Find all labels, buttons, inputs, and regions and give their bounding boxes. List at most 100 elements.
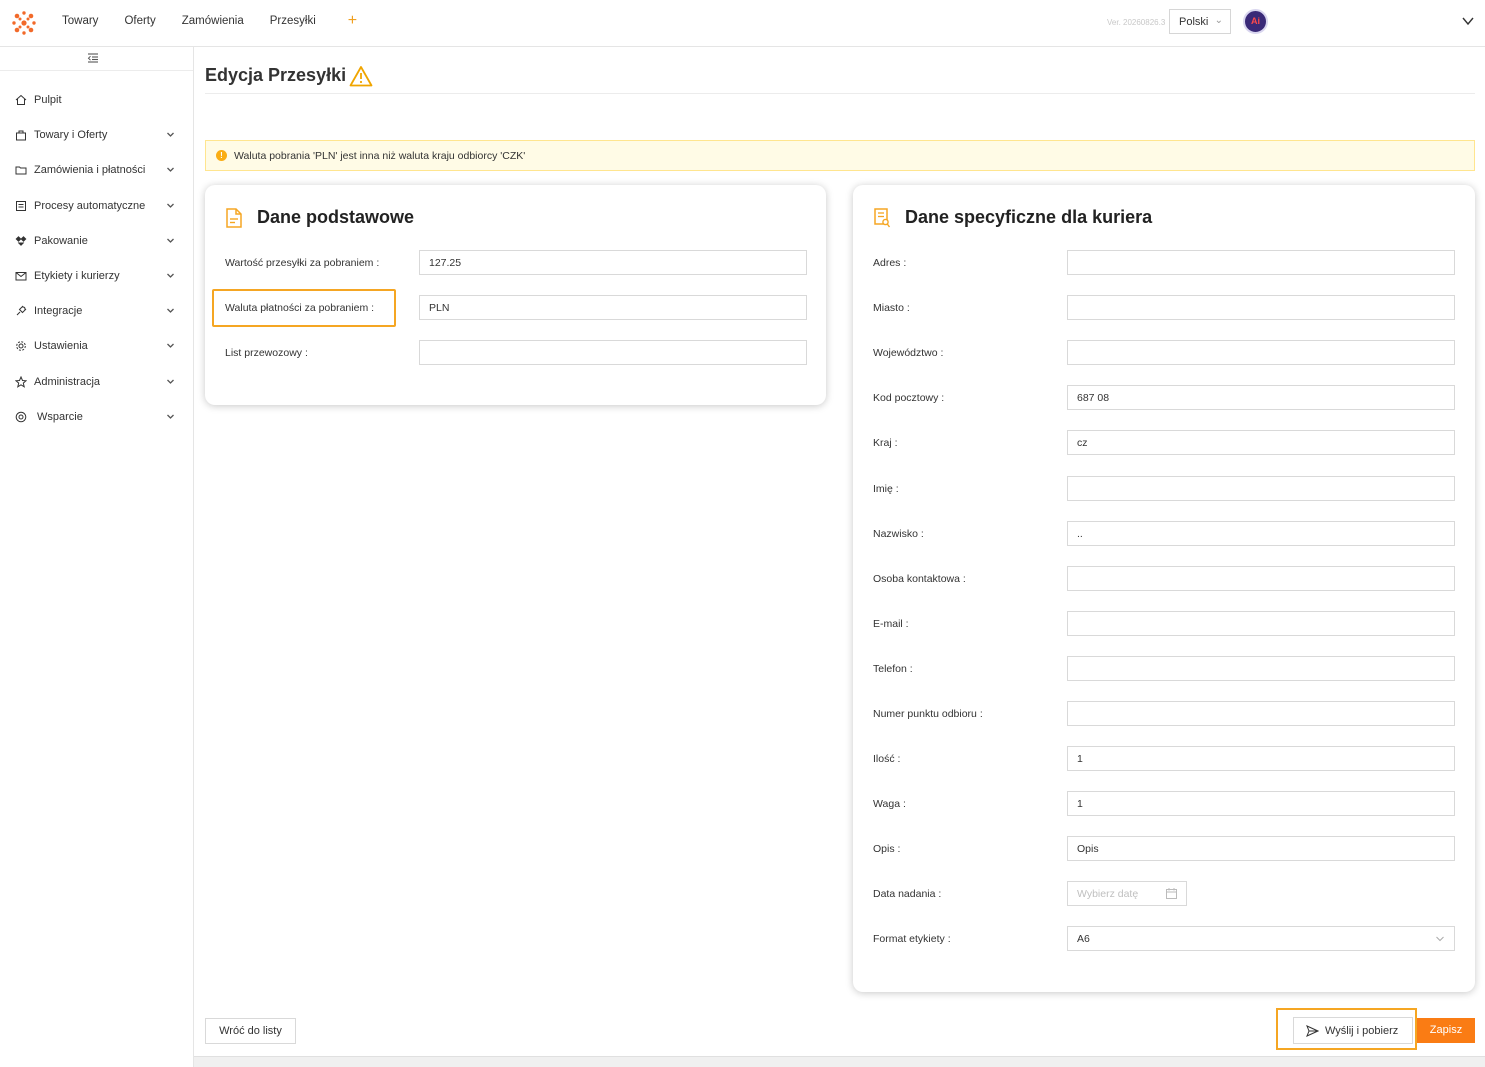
numer-punktu-odbioru-input[interactable]	[1067, 701, 1455, 726]
sidebar-item-label: Procesy automatyczne	[34, 199, 146, 212]
kraj-input[interactable]: cz	[1067, 430, 1455, 456]
field-label-cod-value: Wartość przesyłki za pobraniem :	[225, 257, 380, 269]
sidebar-item-label: Pakowanie	[34, 234, 88, 247]
menu-collapse-icon[interactable]	[87, 53, 99, 63]
sidebar-item-procesy-automatyczne[interactable]: Procesy automatyczne	[0, 191, 193, 226]
field-label-imie: Imię :	[873, 482, 899, 495]
ship-date-picker[interactable]: Wybierz datę	[1067, 881, 1187, 906]
field-label-wojewodztwo: Województwo :	[873, 347, 944, 360]
sidebar-item-administracja[interactable]: Administracja	[0, 367, 193, 402]
home-icon	[15, 94, 27, 105]
sidebar-item-pulpit[interactable]: Pulpit	[0, 85, 193, 120]
form-icon	[874, 207, 891, 227]
document-icon	[226, 207, 242, 228]
top-bar: Towary Oferty Zamówienia Przesyłki + Ver…	[0, 0, 1485, 47]
top-nav-zamowienia[interactable]: Zamówienia	[182, 15, 244, 33]
sidebar-item-label: Administracja	[34, 375, 101, 388]
sidebar-item-zamowienia-i-platnosci[interactable]: Zamówienia i płatności	[0, 155, 193, 190]
sidebar-item-label: Pulpit	[34, 94, 62, 106]
chevron-down-icon	[167, 414, 174, 419]
send-and-download-button[interactable]: Wyślij i pobierz	[1293, 1017, 1413, 1044]
logo-icon[interactable]	[10, 9, 38, 37]
chevron-down-icon	[167, 343, 174, 349]
waybill-input[interactable]	[419, 340, 807, 365]
process-icon	[16, 200, 26, 211]
top-nav-oferty[interactable]: Oferty	[124, 15, 155, 33]
bottom-scrollbar[interactable]	[194, 1056, 1485, 1067]
chevron-down-icon	[1436, 936, 1444, 942]
version-label: Ver. 20260826.3	[1107, 18, 1166, 27]
title-divider	[205, 93, 1475, 94]
card-title: Dane podstawowe	[257, 207, 415, 227]
top-nav-przesylki[interactable]: Przesyłki	[270, 15, 316, 33]
sidebar-item-label: Ustawienia	[34, 340, 88, 353]
e-mail-input[interactable]	[1067, 610, 1455, 636]
box-icon	[15, 235, 27, 246]
gear-icon	[16, 341, 26, 352]
sidebar: Pulpit Towary i Oferty Zamówienia i płat…	[0, 47, 194, 1067]
warning-icon	[349, 66, 373, 87]
chevron-down-icon	[167, 203, 174, 208]
sidebar-item-wsparcie[interactable]: Wsparcie	[0, 402, 193, 437]
osoba-kontaktowa-input[interactable]	[1067, 565, 1455, 591]
alert-text: Waluta pobrania 'PLN' jest inna niż walu…	[234, 150, 526, 162]
field-label-waybill: List przewozowy :	[225, 347, 308, 359]
field-label-kod-pocztowy: Kod pocztowy :	[873, 392, 945, 405]
sidebar-item-ustawienia[interactable]: Ustawienia	[0, 331, 193, 366]
save-button[interactable]: Zapisz	[1417, 1018, 1475, 1043]
wojewodztwo-input[interactable]	[1067, 340, 1455, 366]
chevron-down-icon	[167, 308, 174, 314]
chevron-down-icon: ⌄	[1214, 15, 1223, 26]
avatar[interactable]: Ai	[1243, 9, 1268, 34]
mail-icon	[15, 271, 27, 281]
admin-icon	[15, 375, 27, 388]
sidebar-item-pakowanie[interactable]: Pakowanie	[0, 226, 193, 261]
nazwisko-input[interactable]: ..	[1067, 520, 1455, 546]
date-placeholder: Wybierz datę	[1077, 888, 1139, 900]
telefon-input[interactable]	[1067, 655, 1455, 681]
sidebar-collapse-row	[0, 47, 193, 71]
cod-value-input[interactable]: 127.25	[419, 250, 807, 275]
cod-currency-input[interactable]: PLN	[419, 295, 807, 320]
folder-icon	[15, 166, 27, 175]
add-tab-button[interactable]: +	[348, 12, 357, 30]
waga-input[interactable]: 1	[1067, 791, 1455, 817]
main-content: Edycja Przesyłki ! Waluta pobrania 'PLN'…	[194, 47, 1485, 1067]
miasto-input[interactable]	[1067, 295, 1455, 321]
ilosc-input[interactable]: 1	[1067, 746, 1455, 772]
sidebar-item-integracje[interactable]: Integracje	[0, 296, 193, 331]
language-value: Polski	[1179, 16, 1209, 28]
field-label-waga: Waga :	[873, 798, 906, 811]
courier-data-card: Dane specyficzne dla kuriera Adres : Mias…	[853, 185, 1475, 992]
field-label-cod-currency: Waluta płatności za pobraniem :	[225, 302, 375, 314]
support-icon	[15, 411, 27, 422]
send-icon	[1306, 1025, 1319, 1037]
field-label-numer-punktu-odbioru: Numer punktu odbioru :	[873, 708, 983, 720]
top-nav: Towary Oferty Zamówienia Przesyłki +	[62, 12, 357, 33]
imie-input[interactable]	[1067, 475, 1455, 501]
sidebar-item-etykiety-i-kurierzy[interactable]: Etykiety i kurierzy	[0, 261, 193, 296]
label-format-select[interactable]: A6	[1067, 926, 1455, 951]
back-to-list-button[interactable]: Wróć do listy	[205, 1018, 296, 1044]
send-button-label: Wyślij i pobierz	[1325, 1025, 1399, 1037]
opis-input[interactable]: Opis	[1067, 836, 1455, 862]
bag-icon	[16, 130, 26, 141]
chevron-down-icon	[167, 167, 174, 173]
top-nav-towary[interactable]: Towary	[62, 15, 98, 33]
adres-input[interactable]	[1067, 250, 1455, 275]
field-label-miasto: Miasto :	[873, 302, 910, 315]
chevron-down-icon[interactable]	[1461, 14, 1475, 28]
language-select[interactable]: Polski ⌄	[1169, 9, 1231, 34]
kod-pocztowy-input[interactable]: 687 08	[1067, 385, 1455, 411]
sidebar-item-towary-i-oferty[interactable]: Towary i Oferty	[0, 120, 193, 155]
field-label-adres: Adres :	[873, 257, 907, 269]
field-label-label-format: Format etykiety :	[873, 933, 951, 945]
field-label-kraj: Kraj :	[873, 437, 898, 450]
exclamation-circle-icon: !	[216, 150, 227, 161]
courier-data-header: Dane specyficzne dla kuriera	[873, 207, 1152, 228]
sidebar-item-label: Integracje	[34, 305, 83, 318]
field-label-ship-date: Data nadania :	[873, 888, 942, 900]
field-label-telefon: Telefon :	[873, 662, 913, 675]
sidebar-item-label: Wsparcie	[37, 410, 83, 423]
chevron-down-icon	[167, 238, 174, 243]
